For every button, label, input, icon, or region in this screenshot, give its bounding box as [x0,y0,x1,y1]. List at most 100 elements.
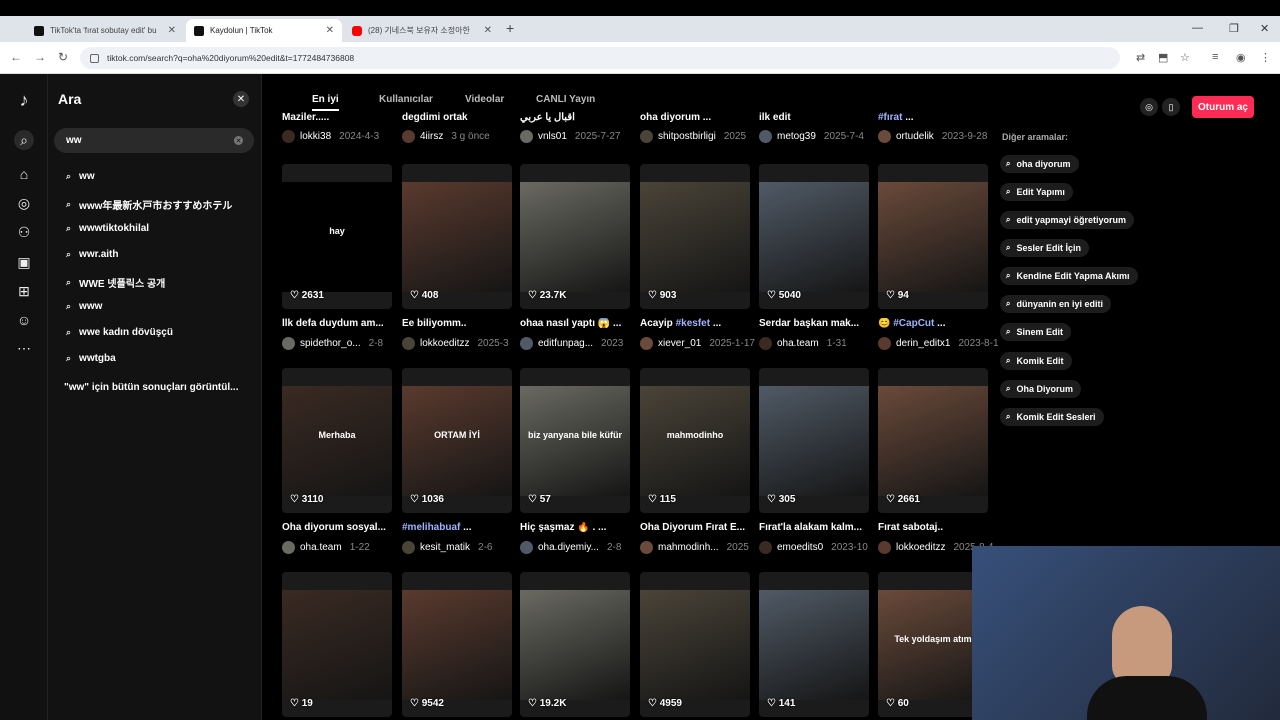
video-caption[interactable]: Fırat sabotaj.. [878,522,990,533]
suggestion-item[interactable]: ⌕ www [66,301,102,312]
browser-tab-1[interactable]: TikTok'ta 'fırat sobutay edit' bu ✕ [26,19,184,42]
home-icon[interactable]: ⌂ [14,164,34,184]
install-icon[interactable]: ⬒ [1158,51,1168,64]
suggestion-item[interactable]: ⌕ WWE 넷플릭스 공개 [66,275,165,290]
video-author[interactable]: vnls01 2025-7-27 [520,130,640,143]
video-author[interactable]: editfunpag... 2023 [520,337,640,350]
suggestion-item[interactable]: ⌕ www年最新水戸市おすすめホテル [66,197,232,212]
suggestion-item[interactable]: ⌕ wwwtiktokhilal [66,223,149,234]
tab-live[interactable]: CANLI Yayın [536,94,595,105]
reading-list-icon[interactable]: ≡ [1212,51,1218,63]
video-caption[interactable]: Fırat'la alakam kalm... [759,522,871,533]
video-card[interactable]: ♡ 5040 [759,164,869,309]
video-card[interactable]: mahmodinho ♡ 115 [640,368,750,513]
bookmark-star-icon[interactable]: ☆ [1180,51,1190,64]
video-caption[interactable]: Maziler..... [282,112,394,123]
video-author[interactable]: xiever_01 2025-1-17 [640,337,760,350]
video-card[interactable]: ♡ 305 [759,368,869,513]
video-author[interactable]: lokki38 2024-4-3 [282,130,402,143]
compass-icon[interactable]: ◎ [1140,98,1158,116]
video-card[interactable]: ♡ 141 [759,572,869,717]
other-search-chip[interactable]: ⌕ Sesler Edit İçin [1000,239,1090,257]
suggestion-item[interactable]: ⌕ wwe kadın dövüşçü [66,327,173,338]
video-card[interactable]: ♡ 903 [640,164,750,309]
upload-icon[interactable]: ⊞ [14,281,34,301]
tab-videos[interactable]: Videolar [465,94,504,105]
profile-icon[interactable]: ☺ [14,310,34,330]
tab-users[interactable]: Kullanıcılar [379,94,433,105]
video-card[interactable]: ♡ 94 [878,164,988,309]
forward-icon[interactable]: → [34,50,46,64]
tab-close-icon[interactable]: ✕ [326,25,334,36]
menu-dots-icon[interactable]: ⋮ [1260,51,1271,64]
hashtag[interactable]: #CapCut [893,318,934,329]
close-icon[interactable]: ✕ [233,91,249,107]
following-icon[interactable]: ⚇ [14,222,34,242]
video-author[interactable]: spidethor_o... 2-8 [282,337,402,350]
video-caption[interactable]: #melihabuaf ... [402,522,514,533]
video-author[interactable]: shitpostbirligi 2025 [640,130,760,143]
video-caption[interactable]: degdimi ortak [402,112,514,123]
window-close-icon[interactable]: ✕ [1260,22,1269,35]
other-search-chip[interactable]: ⌕ Komik Edit [1000,352,1072,370]
video-card[interactable]: biz yanyana bile küfür ♡ 57 [520,368,630,513]
video-caption[interactable]: Acayip #kesfet ... [640,318,752,329]
profile-icon[interactable]: ◉ [1236,51,1246,64]
video-author[interactable]: 4iirsz 3 g önce [402,130,522,143]
browser-tab-3[interactable]: (28) 기네스북 보유자 소정아한 ✕ [344,19,500,42]
video-caption[interactable]: oha diyorum ... [640,112,752,123]
device-icon[interactable]: ▯ [1162,98,1180,116]
video-caption[interactable]: İlk defa duydum am... [282,318,394,329]
site-info-icon[interactable] [90,53,99,63]
video-author[interactable]: mahmodinh... 2025 [640,541,760,554]
video-card[interactable]: ♡ 19 [282,572,392,717]
back-icon[interactable]: ← [10,50,22,64]
live-icon[interactable]: ▣ [14,252,34,272]
browser-tab-2[interactable]: Kaydolun | TikTok ✕ [186,19,342,42]
new-tab-icon[interactable]: + [506,20,514,36]
video-caption[interactable]: اقبال يا عربي [520,112,632,123]
suggestion-item[interactable]: ⌕ wwr.aith [66,249,119,260]
video-card[interactable]: ♡ 2661 [878,368,988,513]
video-caption[interactable]: Serdar başkan mak... [759,318,871,329]
restore-icon[interactable]: ❐ [1229,22,1239,35]
tab-close-icon[interactable]: ✕ [168,25,176,36]
reload-icon[interactable]: ↻ [58,50,68,64]
minimize-icon[interactable]: — [1192,22,1203,34]
other-search-chip[interactable]: ⌕ Kendine Edit Yapma Akımı [1000,267,1138,285]
video-author[interactable]: emoedits0 2023-10 [759,541,879,554]
video-caption[interactable]: ilk edit [759,112,871,123]
url-bar[interactable]: tiktok.com/search?q=oha%20diyorum%20edit… [80,47,1120,69]
video-caption[interactable]: ohaa nasıl yaptı 😱 ... [520,318,632,329]
tab-close-icon[interactable]: ✕ [484,25,492,36]
video-author[interactable]: derin_editx1 2023-8-15 [878,337,998,350]
hashtag[interactable]: #fırat [878,112,902,123]
suggestion-item[interactable]: ⌕ ww [66,171,95,182]
tiktok-logo-icon[interactable]: ♪ [14,90,34,110]
video-caption[interactable]: Oha Diyorum Fırat E... [640,522,752,533]
see-all-results-link[interactable]: "ww" için bütün sonuçları görüntül... [64,382,238,393]
video-author[interactable]: oha.team 1-22 [282,541,402,554]
url-text[interactable]: tiktok.com/search?q=oha%20diyorum%20edit… [107,53,354,63]
other-search-chip[interactable]: ⌕ dünyanin en iyi editi [1000,295,1111,313]
video-author[interactable]: kesit_matik 2-6 [402,541,522,554]
video-caption[interactable]: Ee biliyomm.. [402,318,514,329]
video-card[interactable]: hay ♡ 2631 [282,164,392,309]
suggestion-item[interactable]: ⌕ wwtgba [66,353,116,364]
video-card[interactable]: ♡ 23.7K [520,164,630,309]
video-caption[interactable]: 😊 #CapCut ... [878,318,990,329]
video-caption[interactable]: #fırat ... [878,112,990,123]
translate-icon[interactable]: ⇄ [1136,51,1145,64]
other-search-chip[interactable]: ⌕ Sinem Edit [1000,323,1071,341]
video-card[interactable]: ♡ 9542 [402,572,512,717]
login-button[interactable]: Oturum aç [1192,96,1254,118]
search-input[interactable] [54,128,254,153]
hashtag[interactable]: #melihabuaf [402,522,460,533]
other-search-chip[interactable]: ⌕ Komik Edit Sesleri [1000,408,1104,426]
video-caption[interactable]: Hiç şaşmaz 🔥 . ... [520,522,632,533]
hashtag[interactable]: #kesfet [676,318,710,329]
video-card[interactable]: Merhaba ♡ 3110 [282,368,392,513]
video-author[interactable]: oha.diyemiy... 2-8 [520,541,640,554]
video-card[interactable]: ♡ 408 [402,164,512,309]
video-caption[interactable]: Oha diyorum sosyal... [282,522,394,533]
